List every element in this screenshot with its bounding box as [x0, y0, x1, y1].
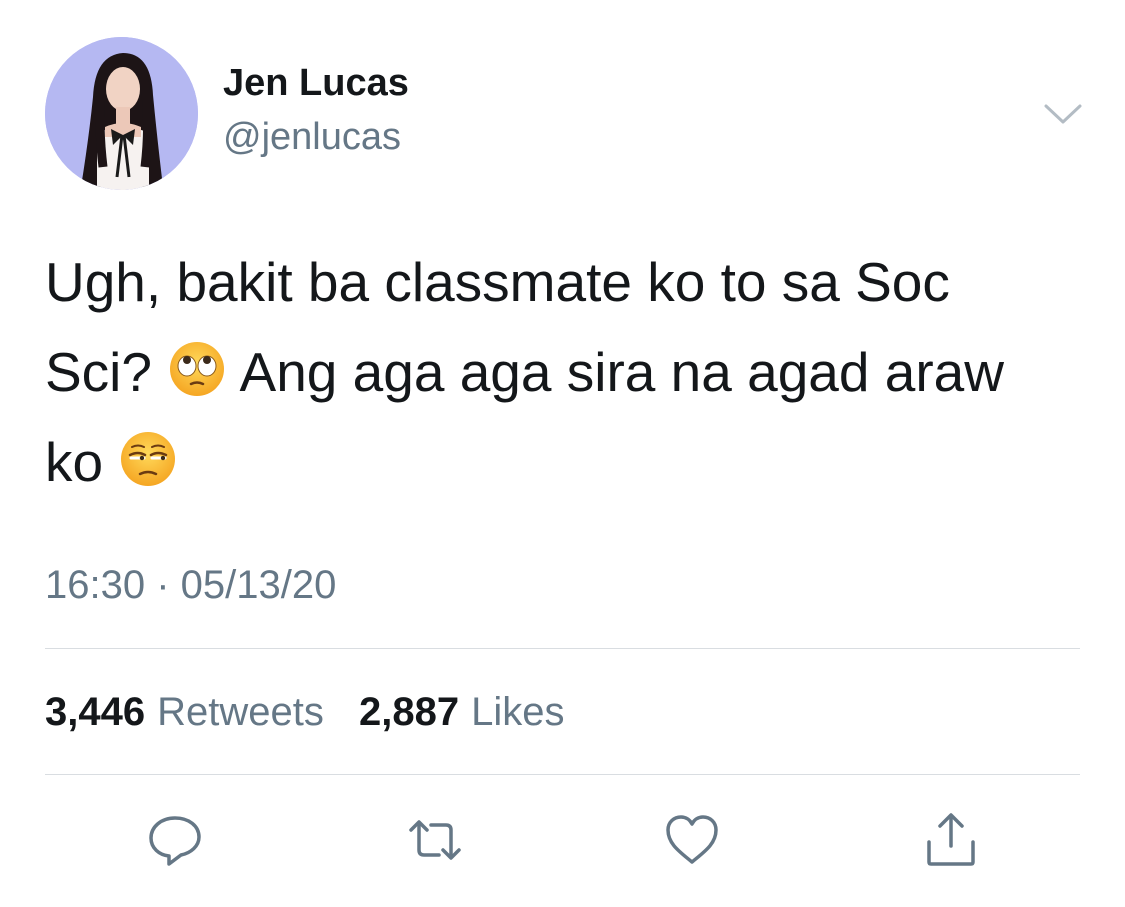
reply-icon: [149, 816, 201, 866]
tweet-text-segment: Ang aga aga sira na agad araw: [239, 341, 1004, 403]
tweet-text: Ugh, bakit ba classmate ko to sa Soc Sci…: [45, 237, 1090, 507]
face-with-rolling-eyes-icon: [170, 342, 225, 396]
retweet-button[interactable]: [405, 810, 465, 870]
retweets-count: 3,446: [45, 690, 146, 734]
tweet-text-line: Ugh, bakit ba classmate ko to sa Soc: [45, 237, 1090, 327]
share-icon: [927, 813, 975, 866]
share-button[interactable]: [921, 810, 981, 870]
retweets-label: Retweets: [157, 690, 324, 734]
tweet-text-line: Sci? Ang aga aga sira na agad araw: [45, 327, 1090, 417]
avatar[interactable]: [45, 37, 198, 190]
likes-count: 2,887: [358, 690, 460, 734]
retweets-stat[interactable]: 3,446 Retweets: [45, 690, 324, 735]
heart-icon: [666, 815, 718, 864]
tweet-text-segment: Sci?: [45, 341, 152, 403]
engagement-stats: 3,446 Retweets 2,887 Likes: [45, 690, 588, 735]
like-button[interactable]: [662, 810, 722, 870]
divider: [45, 648, 1080, 649]
avatar-image: [45, 37, 198, 190]
display-name[interactable]: Jen Lucas: [223, 62, 409, 105]
retweet-icon: [409, 820, 461, 860]
unamused-face-icon: [121, 432, 176, 486]
likes-label: Likes: [471, 690, 565, 734]
tweet-text-segment: ko: [45, 431, 104, 493]
user-handle[interactable]: @jenlucas: [223, 116, 401, 159]
divider: [45, 774, 1080, 775]
tweet-text-segment: Ugh, bakit ba classmate ko to sa Soc: [45, 251, 950, 313]
tweet-text-line: ko: [45, 417, 1090, 507]
chevron-down-icon[interactable]: [1043, 100, 1083, 130]
tweet-timestamp[interactable]: 16:30 · 05/13/20: [45, 563, 336, 608]
likes-stat[interactable]: 2,887 Likes: [359, 690, 565, 735]
reply-button[interactable]: [145, 810, 205, 870]
